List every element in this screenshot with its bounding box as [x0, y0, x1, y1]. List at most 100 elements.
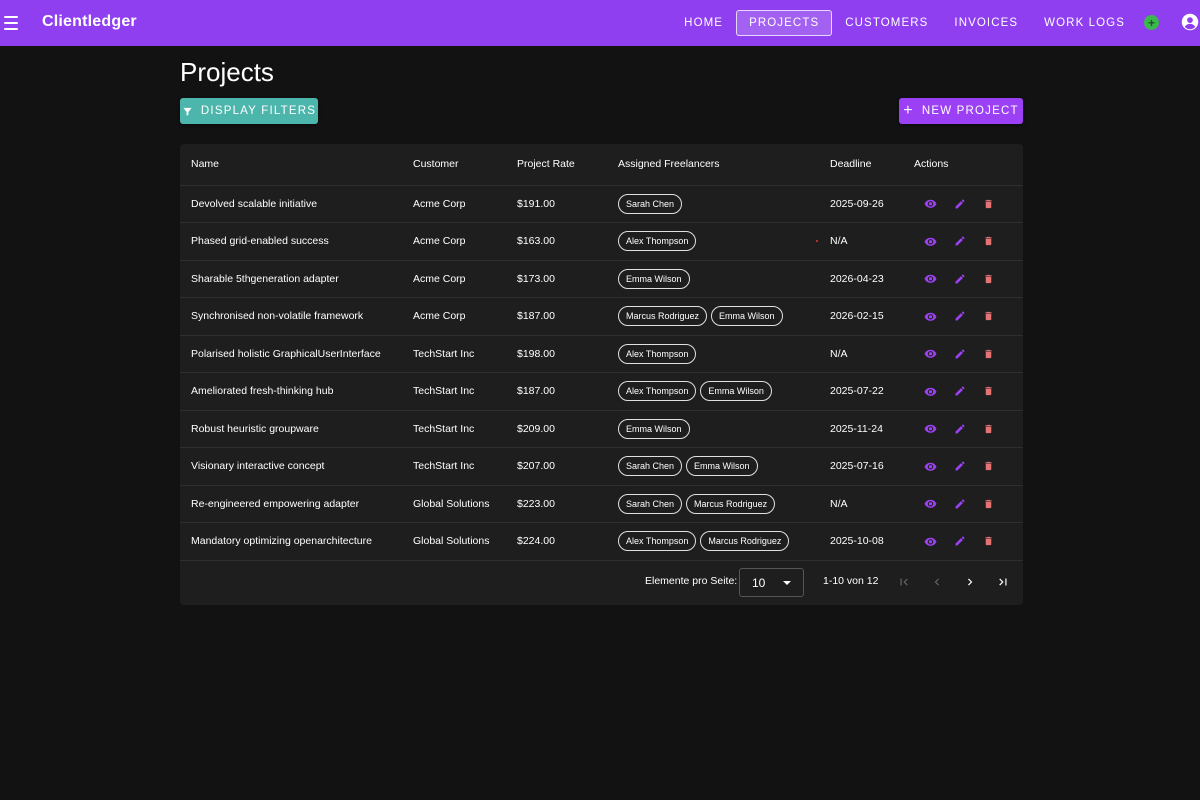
column-header-assigned-freelancers: Assigned Freelancers [618, 158, 720, 171]
account-circle-icon[interactable] [1181, 13, 1199, 31]
table-body: Devolved scalable initiative Acme Corp $19… [180, 185, 1023, 560]
freelancer-chip: Emma Wilson [618, 418, 690, 439]
edit-icon[interactable] [951, 308, 968, 325]
project-rate-cell: $207.00 [517, 460, 555, 473]
next-page-icon[interactable] [962, 574, 978, 590]
table-row[interactable]: Mandatory optimizing openarchitecture Glo… [180, 522, 1023, 560]
delete-icon[interactable] [980, 195, 997, 212]
pagination-bar: Elemente pro Seite: 10 1-10 von 12 [180, 560, 1023, 605]
edit-icon[interactable] [951, 495, 968, 512]
project-rate-cell: $209.00 [517, 422, 555, 435]
table-row[interactable]: Polarised holistic GraphicalUserInterfac… [180, 335, 1023, 373]
project-rate-cell: $191.00 [517, 197, 555, 210]
last-page-icon[interactable] [995, 574, 1011, 590]
table-row[interactable]: Phased grid-enabled success Acme Corp $163… [180, 222, 1023, 261]
deadline-cell: N/A [830, 497, 848, 510]
app-title[interactable]: Clientledger [42, 13, 137, 31]
customer-cell: TechStart Inc [413, 422, 475, 435]
delete-icon[interactable] [980, 383, 997, 400]
nav-item-customers[interactable]: Customers [832, 10, 941, 36]
plus-circle-icon[interactable]: + [1144, 15, 1159, 30]
delete-icon[interactable] [980, 495, 997, 512]
view-icon[interactable] [922, 383, 939, 400]
deadline-cell: 2025-11-24 [830, 422, 883, 435]
previous-page-icon[interactable] [929, 574, 945, 590]
customer-cell: Global Solutions [413, 497, 490, 510]
menu-icon[interactable] [4, 14, 20, 32]
delete-icon[interactable] [980, 458, 997, 475]
customer-cell: TechStart Inc [413, 347, 475, 360]
actions-cell [903, 223, 1023, 261]
project-name-cell: Sharable 5thgeneration adapter [191, 272, 339, 285]
projects-table: Name Customer Project Rate Assigned Freelan… [180, 144, 1023, 561]
edit-icon[interactable] [951, 233, 968, 250]
view-icon[interactable] [922, 270, 939, 287]
table-row[interactable]: Re-engineered empowering adapter Global S… [180, 485, 1023, 523]
new-project-label: New Project [921, 105, 1019, 117]
freelancer-chip: Emma Wilson [700, 381, 772, 402]
view-icon[interactable] [922, 195, 939, 212]
edit-icon[interactable] [951, 345, 968, 362]
view-icon[interactable] [922, 458, 939, 475]
delete-icon[interactable] [980, 533, 997, 550]
edit-icon[interactable] [951, 270, 968, 287]
table-row[interactable]: Sharable 5thgeneration adapter Acme Corp $… [180, 260, 1023, 298]
projects-table-card: Name Customer Project Rate Assigned Freelan… [180, 144, 1023, 605]
view-icon[interactable] [922, 495, 939, 512]
view-icon[interactable] [922, 345, 939, 362]
delete-icon[interactable] [980, 345, 997, 362]
display-filters-label: Display Filters [200, 105, 317, 117]
actions-cell [903, 410, 1023, 448]
column-header-name: Name [191, 158, 220, 171]
table-row[interactable]: Synchronised non-volatile framework Acme … [180, 297, 1023, 336]
edit-icon[interactable] [951, 533, 968, 550]
view-icon[interactable] [922, 420, 939, 437]
items-per-page-label: Elemente pro Seite: [645, 575, 738, 587]
view-icon[interactable] [922, 308, 939, 325]
project-name-cell: Polarised holistic GraphicalUserInterfac… [191, 347, 381, 360]
table-row[interactable]: Robust heuristic groupware TechStart Inc $… [180, 410, 1023, 448]
row-actions [914, 270, 1023, 287]
display-filters-button[interactable]: Display Filters [180, 98, 318, 124]
first-page-icon[interactable] [896, 574, 912, 590]
delete-icon[interactable] [980, 270, 997, 287]
actions-cell [903, 485, 1023, 523]
freelancer-chip: Marcus Rodriguez [686, 493, 776, 514]
new-project-button[interactable]: + New Project [899, 98, 1023, 124]
project-rate-cell: $198.00 [517, 347, 555, 360]
nav-item-home[interactable]: Home [671, 10, 736, 36]
top-app-bar: Clientledger Home Projects Customers Invoic… [0, 0, 1200, 46]
nav-item-work-logs[interactable]: Work Logs [1031, 10, 1138, 36]
project-rate-cell: $224.00 [517, 535, 555, 548]
edit-icon[interactable] [951, 458, 968, 475]
edit-icon[interactable] [951, 195, 968, 212]
nav-item-projects[interactable]: Projects [736, 10, 833, 36]
customer-cell: Acme Corp [413, 310, 466, 323]
table-row[interactable]: Devolved scalable initiative Acme Corp $19… [180, 185, 1023, 223]
nav-item-invoices[interactable]: Invoices [941, 10, 1031, 36]
table-row[interactable]: Ameliorated fresh-thinking hub TechStart … [180, 372, 1023, 411]
view-icon[interactable] [922, 233, 939, 250]
table-row[interactable]: Visionary interactive concept TechStart I… [180, 447, 1023, 486]
view-icon[interactable] [922, 533, 939, 550]
actions-cell [903, 373, 1023, 411]
customer-cell: Global Solutions [413, 535, 490, 548]
edit-icon[interactable] [951, 383, 968, 400]
row-actions [914, 533, 1023, 550]
project-rate-cell: $163.00 [517, 235, 555, 248]
row-actions [914, 233, 1023, 250]
customer-cell: Acme Corp [413, 197, 466, 210]
edit-icon[interactable] [951, 420, 968, 437]
freelancers-cell: Marcus Rodriguez Emma Wilson [607, 298, 819, 336]
project-name-cell: Mandatory optimizing openarchitecture [191, 535, 372, 548]
freelancer-chip: Alex Thompson [618, 381, 697, 402]
row-actions [914, 345, 1023, 362]
delete-icon[interactable] [980, 308, 997, 325]
delete-icon[interactable] [980, 420, 997, 437]
items-per-page-select[interactable]: 10 [739, 568, 804, 597]
filter-icon [183, 107, 192, 116]
column-header-customer: Customer [413, 158, 459, 171]
delete-icon[interactable] [980, 233, 997, 250]
row-actions [914, 495, 1023, 512]
row-actions [914, 420, 1023, 437]
